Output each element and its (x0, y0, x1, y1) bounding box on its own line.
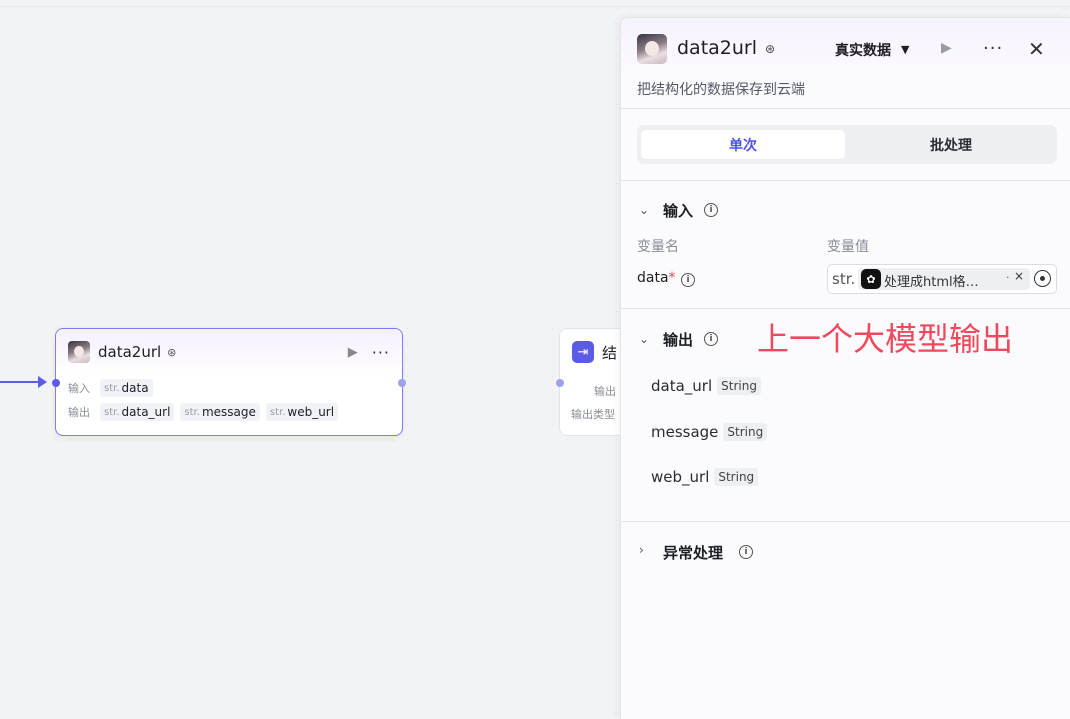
node-output-port[interactable] (398, 379, 406, 387)
node-input-chip: str. data (100, 379, 153, 397)
node-output-row: 输出 str. data_url str. message str. web_url (56, 401, 402, 423)
value-separator: · (1006, 271, 1010, 284)
data-mode-dropdown[interactable]: 真实数据 (835, 40, 891, 60)
llm-node-icon: ✿ (861, 269, 881, 289)
error-section-title[interactable]: 异常处理 (663, 542, 723, 563)
info-icon[interactable]: i (704, 332, 718, 346)
node-header: data2url ⊛ ▶ ··· (56, 329, 402, 375)
panel-workspace-icon: ⊛ (765, 42, 776, 56)
panel-run-icon[interactable]: ▶ (941, 40, 952, 56)
input-value-field[interactable]: str. ✿ 处理成html格… · × (827, 264, 1057, 294)
node-output-chip: str. web_url (265, 403, 339, 421)
end-node-input-port[interactable] (556, 379, 564, 387)
select-variable-icon[interactable] (1034, 270, 1051, 287)
divider (621, 108, 1070, 109)
end-node-output-type-label: 输出类型 (571, 408, 615, 421)
info-icon[interactable]: i (704, 203, 718, 217)
output-type-tag: String (714, 468, 759, 486)
divider (621, 521, 1070, 522)
tab-single[interactable]: 单次 (641, 130, 845, 159)
end-node-icon: ⇥ (572, 341, 594, 363)
node-more-icon[interactable]: ··· (372, 343, 390, 362)
input-section-title[interactable]: 输入 (663, 200, 693, 221)
panel-title: data2url (677, 37, 758, 59)
chevron-down-icon[interactable]: ⌄ (639, 332, 649, 346)
output-item: data_url String (651, 377, 761, 395)
plugin-avatar-icon (68, 341, 90, 363)
node-output-label: 输出 (68, 406, 90, 419)
output-item: message String (651, 423, 768, 441)
end-node-output-label: 输出 (594, 385, 616, 398)
value-type-label: str. (832, 270, 856, 288)
output-section-title[interactable]: 输出 (663, 329, 693, 350)
node-config-panel: data2url ⊛ 真实数据 ▼ ▶ ··· ✕ 把结构化的数据保存到云端 单… (620, 17, 1070, 719)
required-mark: * (668, 270, 676, 286)
caret-down-icon[interactable]: ▼ (901, 43, 909, 56)
node-data2url[interactable]: data2url ⊛ ▶ ··· 输入 str. data 输出 str. data… (52, 328, 406, 436)
output-type-tag: String (723, 423, 768, 441)
mode-tabs: 单次 批处理 (637, 125, 1057, 164)
divider (621, 308, 1070, 309)
node-input-row: 输入 str. data (56, 377, 402, 399)
incoming-edge (0, 381, 42, 383)
value-reference-text: 处理成html格… (884, 275, 979, 290)
panel-description: 把结构化的数据保存到云端 (637, 82, 805, 98)
info-icon[interactable]: i (681, 273, 695, 287)
node-output-chip: str. message (180, 403, 260, 421)
clear-value-icon[interactable]: × (1014, 269, 1024, 283)
column-header-value: 变量值 (827, 239, 869, 255)
workspace-icon: ⊛ (167, 345, 177, 359)
output-item: web_url String (651, 468, 759, 486)
column-header-name: 变量名 (637, 239, 679, 255)
tab-batch[interactable]: 批处理 (849, 130, 1053, 159)
node-input-label: 输入 (68, 382, 90, 395)
node-title: data2url (98, 343, 162, 361)
divider (621, 180, 1070, 181)
chevron-right-icon[interactable]: › (639, 543, 644, 557)
node-run-icon[interactable]: ▶ (348, 345, 358, 360)
end-node-title: 结 (602, 344, 618, 362)
value-reference-chip[interactable]: ✿ 处理成html格… (858, 268, 1030, 290)
annotation-text: 上一个大模型输出 (757, 320, 1014, 358)
input-var-name: data* (637, 270, 676, 286)
chevron-down-icon[interactable]: ⌄ (639, 203, 649, 217)
close-icon[interactable]: ✕ (1028, 37, 1045, 61)
canvas-top-border (0, 6, 1070, 7)
node-input-port[interactable] (52, 379, 60, 387)
edge-arrow-icon (38, 376, 47, 388)
info-icon[interactable]: i (739, 545, 753, 559)
output-type-tag: String (717, 377, 761, 395)
panel-more-icon[interactable]: ··· (983, 38, 1003, 59)
panel-plugin-avatar-icon (637, 34, 667, 64)
node-output-chip: str. data_url (100, 403, 175, 421)
